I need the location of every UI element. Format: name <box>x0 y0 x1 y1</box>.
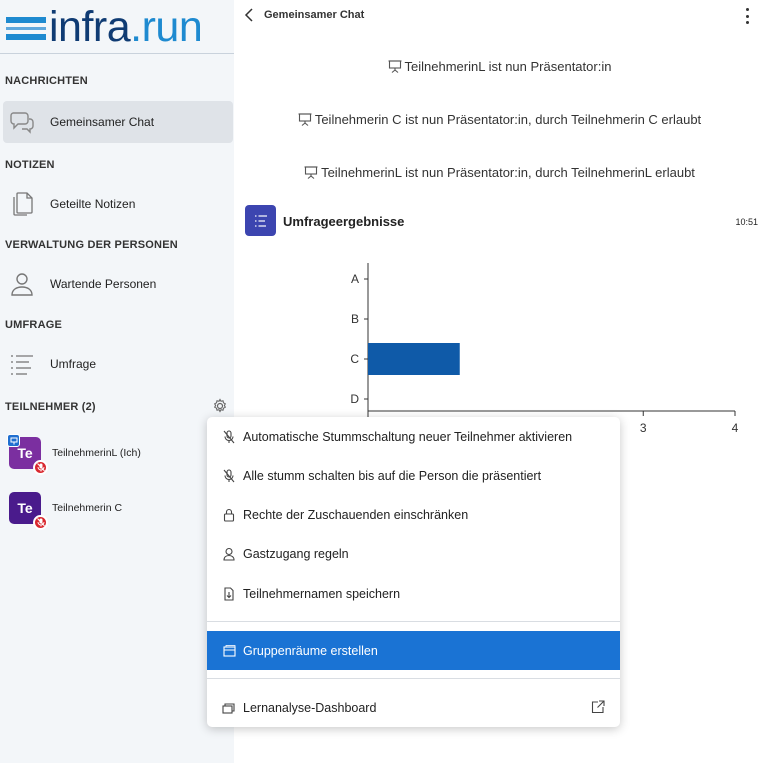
bar <box>368 343 460 375</box>
x-tick-label: 3 <box>640 421 647 435</box>
presentation-icon <box>388 60 402 76</box>
system-message: TeilnehmerinL ist nun Präsentator:in <box>234 59 765 76</box>
menu-item-label: Automatische Stummschaltung neuer Teilne… <box>243 429 573 444</box>
infra-run-logo: infra .run <box>6 5 228 49</box>
system-message: Teilnehmerin C ist nun Präsentator:in, d… <box>234 112 765 129</box>
sidebar-item-poll[interactable]: Umfrage <box>3 343 233 385</box>
avatar: Te <box>9 492 48 530</box>
menu-divider <box>207 621 620 622</box>
system-message: TeilnehmerinL ist nun Präsentator:in, du… <box>234 165 765 182</box>
sidebar-item-label: Wartende Personen <box>50 277 157 291</box>
system-message-text: TeilnehmerinL ist nun Präsentator:in <box>404 59 612 74</box>
lock-icon <box>222 508 236 522</box>
menu-item-auto-mute[interactable]: Automatische Stummschaltung neuer Teilne… <box>207 417 620 456</box>
participants-options-menu: Automatische Stummschaltung neuer Teilne… <box>207 417 620 727</box>
mic-off-icon <box>222 429 236 444</box>
menu-item-mute-all-except-presenter[interactable]: Alle stumm schalten bis auf die Person d… <box>207 456 620 495</box>
logo-text-main: infra <box>49 3 131 51</box>
sidebar-item-waiting[interactable]: Wartende Personen <box>3 263 233 305</box>
message-time: 10:51 <box>735 217 758 227</box>
system-message-text: Teilnehmerin C ist nun Präsentator:in, d… <box>314 112 702 127</box>
chat-bubbles-icon <box>9 109 35 135</box>
participant-row[interactable]: Te Teilnehmerin C <box>9 491 231 530</box>
poll-list-icon <box>9 351 35 377</box>
x-tick-label: 4 <box>732 421 739 435</box>
divider <box>0 53 234 54</box>
menu-item-create-breakout-rooms[interactable]: Gruppenräume erstellen <box>207 631 620 670</box>
chat-header: Gemeinsamer Chat <box>234 0 765 30</box>
notes-icon <box>9 191 35 217</box>
section-title-participants: TEILNEHMER (2) <box>5 401 96 413</box>
category-label: A <box>351 272 359 286</box>
menu-item-label: Lernanalyse-Dashboard <box>243 700 377 715</box>
user-icon <box>222 547 236 561</box>
external-link-icon <box>591 700 605 714</box>
sidebar-item-chat[interactable]: Gemeinsamer Chat <box>3 101 233 143</box>
poll-result-message: Umfrageergebnisse 10:51 <box>245 205 760 237</box>
menu-item-guest-access[interactable]: Gastzugang regeln <box>207 534 620 573</box>
sidebar-item-label: Geteilte Notizen <box>50 197 136 211</box>
section-title-messages: NACHRICHTEN <box>5 75 88 87</box>
menu-item-label: Gastzugang regeln <box>243 546 349 561</box>
presentation-icon <box>298 113 312 129</box>
section-title-notes: NOTIZEN <box>5 159 55 171</box>
menu-item-learning-dashboard[interactable]: Lernanalyse-Dashboard <box>207 688 620 727</box>
download-file-icon <box>222 586 236 601</box>
participant-name: TeilnehmerinL (Ich) <box>52 447 141 459</box>
menu-item-label: Alle stumm schalten bis auf die Person d… <box>243 468 542 483</box>
menu-item-restrict-viewers[interactable]: Rechte der Zuschauenden einschränken <box>207 495 620 534</box>
more-options-icon[interactable] <box>744 8 750 24</box>
section-title-poll: UMFRAGE <box>5 319 63 331</box>
poll-icon <box>245 205 276 236</box>
sidebar: infra .run NACHRICHTEN Gemeinsamer Chat N… <box>0 0 234 763</box>
mic-muted-icon <box>33 515 48 530</box>
avatar: Te <box>7 434 48 475</box>
mic-muted-icon <box>33 460 48 475</box>
category-label: D <box>350 392 359 406</box>
presenter-icon <box>7 434 20 447</box>
dashboard-windows-icon <box>222 701 236 715</box>
logo-text-suffix: .run <box>130 3 203 51</box>
menu-item-label: Gruppenräume erstellen <box>243 643 378 658</box>
gear-icon[interactable] <box>212 398 228 414</box>
person-icon <box>9 271 35 297</box>
sidebar-item-notes[interactable]: Geteilte Notizen <box>3 183 233 225</box>
breakout-rooms-icon <box>222 644 236 658</box>
avatar-initials: Te <box>17 445 33 461</box>
category-label: C <box>350 352 359 366</box>
chevron-left-icon[interactable] <box>244 8 256 22</box>
menu-item-label: Teilnehmernamen speichern <box>243 586 401 601</box>
avatar-initials: Te <box>17 500 33 516</box>
logo-bars-icon <box>6 16 46 40</box>
presentation-icon <box>304 166 318 182</box>
menu-item-save-names[interactable]: Teilnehmernamen speichern <box>207 574 620 613</box>
participant-row[interactable]: Te TeilnehmerinL (Ich) <box>7 434 231 475</box>
menu-item-label: Rechte der Zuschauenden einschränken <box>243 507 469 522</box>
section-title-management: VERWALTUNG DER PERSONEN <box>5 239 178 251</box>
participant-name: Teilnehmerin C <box>52 502 123 514</box>
chat-title: Gemeinsamer Chat <box>264 9 365 21</box>
sidebar-item-label: Umfrage <box>50 357 97 371</box>
menu-divider <box>207 678 620 679</box>
system-message-text: TeilnehmerinL ist nun Präsentator:in, du… <box>321 165 695 180</box>
sidebar-item-label: Gemeinsamer Chat <box>50 115 155 129</box>
mic-off-icon <box>222 468 236 483</box>
poll-title: Umfrageergebnisse <box>283 214 405 229</box>
category-label: B <box>351 312 359 326</box>
